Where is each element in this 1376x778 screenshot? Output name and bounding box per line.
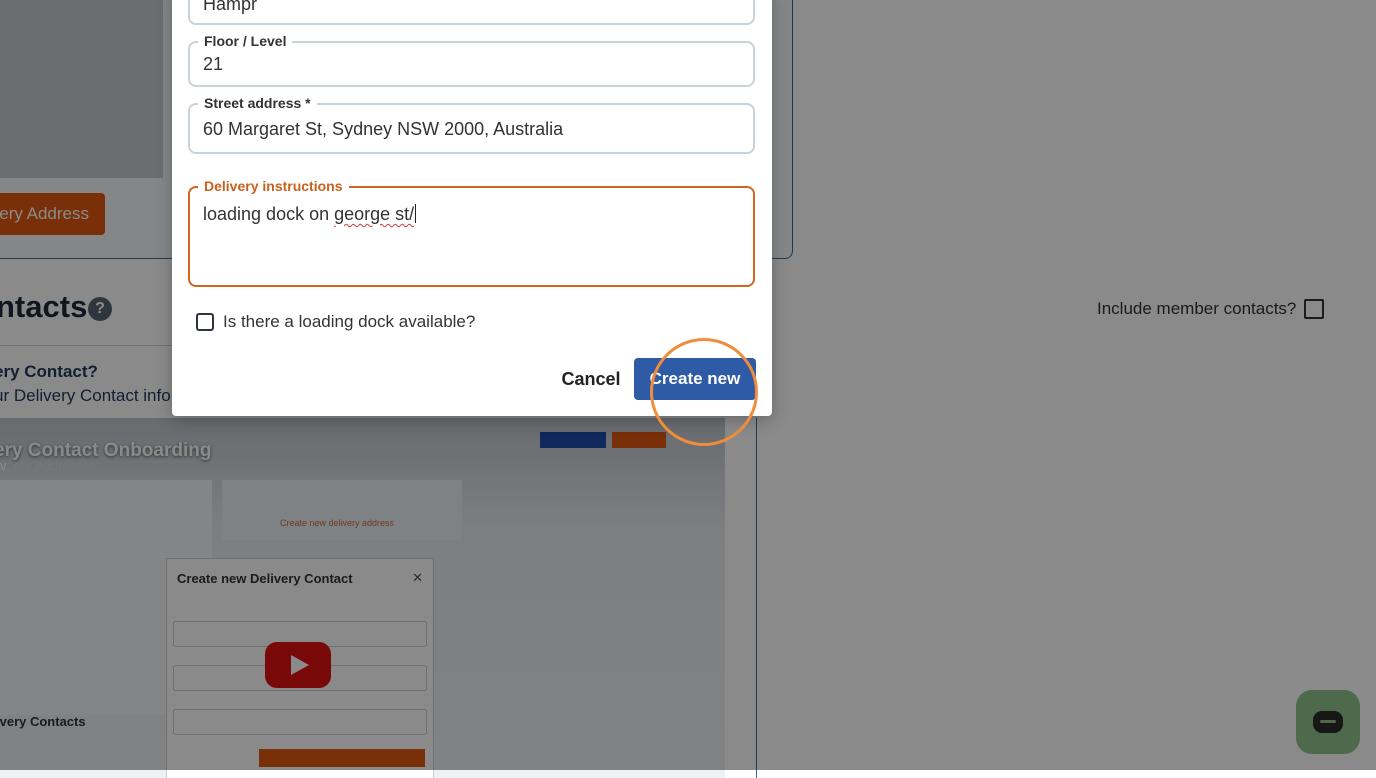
loading-dock-label: Is there a loading dock available? <box>223 312 476 331</box>
street-address-field[interactable]: Street address * 60 Margaret St, Sydney … <box>188 95 755 154</box>
text-caret <box>415 204 417 223</box>
delivery-instructions-textarea[interactable]: Delivery instructions loading dock on ge… <box>188 178 755 287</box>
floor-level-field[interactable]: Floor / Level 21 <box>188 33 755 87</box>
click-highlight-ring <box>650 338 758 446</box>
loading-dock-option[interactable]: Is there a loading dock available? <box>196 312 475 332</box>
delivery-instructions-label: Delivery instructions <box>198 178 349 194</box>
street-address-label: Street address * <box>198 95 317 111</box>
name-field[interactable]: Hampr <box>188 0 755 25</box>
street-address-value: 60 Margaret St, Sydney NSW 2000, Austral… <box>203 119 564 139</box>
name-field-value: Hampr <box>203 0 258 14</box>
loading-dock-checkbox[interactable] <box>196 313 214 331</box>
delivery-instructions-value: loading dock on george st/ <box>203 204 417 224</box>
floor-level-value: 21 <box>203 54 224 74</box>
floor-level-label: Floor / Level <box>198 33 293 49</box>
cancel-button[interactable]: Cancel <box>561 358 620 400</box>
